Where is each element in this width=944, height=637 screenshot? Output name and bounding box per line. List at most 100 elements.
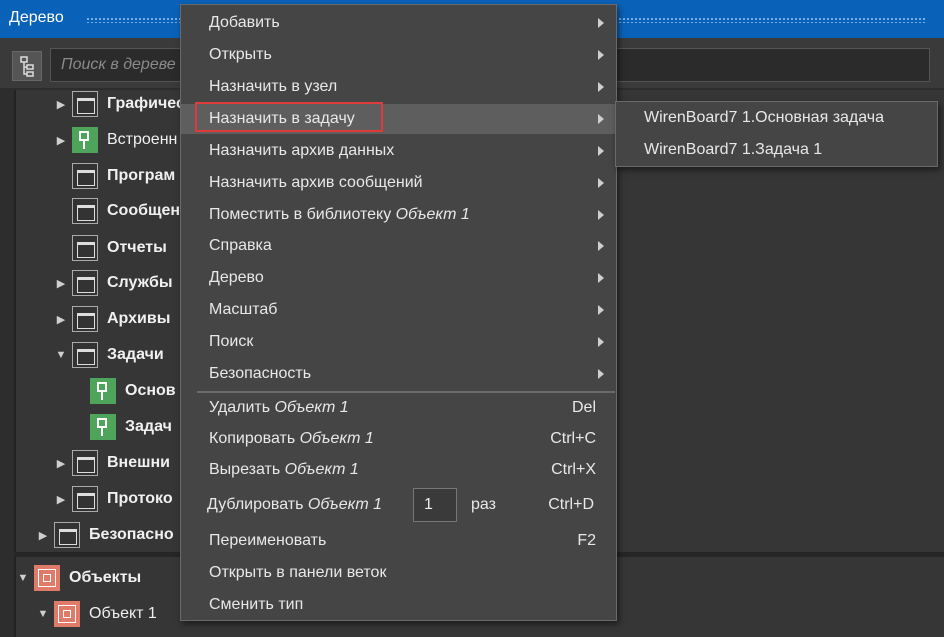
tree-row[interactable]: Сообщен bbox=[54, 195, 180, 227]
menu-item-label: Дублировать bbox=[207, 496, 304, 513]
menu-item-tree[interactable]: Дерево bbox=[181, 263, 616, 293]
menu-item-delete[interactable]: Удалить Объект 1 Del bbox=[181, 393, 616, 423]
menu-item-label: Назначить в задачу bbox=[209, 110, 355, 127]
menu-item-object: Объект 1 bbox=[307, 496, 383, 513]
menu-item-label: Справка bbox=[209, 237, 272, 254]
menu-item-scale[interactable]: Масштаб bbox=[181, 295, 616, 325]
submenu-arrow-icon bbox=[598, 337, 604, 347]
menu-item-label: Безопасность bbox=[209, 365, 312, 382]
tree-item-label: Архивы bbox=[107, 310, 171, 327]
submenu-arrow-icon bbox=[598, 241, 604, 251]
menu-item-object: Объект 1 bbox=[284, 461, 359, 478]
menu-item-object: Объект 1 bbox=[395, 206, 470, 223]
menu-item-object: Объект 1 bbox=[274, 399, 349, 416]
collapse-arrow-icon[interactable]: ▼ bbox=[54, 349, 68, 361]
task-icon bbox=[90, 414, 116, 440]
tree-item-label: Отчеты bbox=[107, 239, 167, 256]
tree-row[interactable]: Основ bbox=[72, 375, 176, 407]
tree-item-label: Сообщен bbox=[107, 202, 181, 219]
tree-row[interactable]: ▶ Архивы bbox=[54, 303, 170, 335]
menu-shortcut: Ctrl+X bbox=[551, 461, 596, 478]
menu-item-assign-message-archive[interactable]: Назначить архив сообщений bbox=[181, 168, 616, 198]
menu-item-label: Назначить архив данных bbox=[209, 142, 395, 159]
task-submenu: WirenBoard7 1.Основная задача WirenBoard… bbox=[615, 101, 938, 167]
expand-arrow-icon[interactable]: ▶ bbox=[36, 529, 50, 542]
tree-item-label: Задач bbox=[125, 418, 172, 435]
menu-item-label: Вырезать bbox=[209, 461, 281, 478]
folder-icon bbox=[72, 450, 98, 476]
expand-arrow-icon[interactable]: ▶ bbox=[54, 134, 68, 147]
menu-shortcut: F2 bbox=[577, 532, 596, 549]
expand-arrow-icon[interactable]: ▶ bbox=[54, 98, 68, 111]
menu-item-label: Открыть bbox=[209, 46, 272, 63]
tree-row[interactable]: ▼ Объекты bbox=[16, 562, 141, 594]
menu-item-duplicate[interactable]: Дублировать Объект 1 раз Ctrl+D bbox=[179, 488, 614, 522]
collapse-arrow-icon[interactable]: ▼ bbox=[16, 572, 30, 584]
expand-arrow-icon[interactable]: ▶ bbox=[54, 457, 68, 470]
collapse-arrow-icon[interactable]: ▼ bbox=[36, 608, 50, 620]
tree-row[interactable]: ▶ Внешни bbox=[54, 447, 170, 479]
tree-item-label: Внешни bbox=[107, 454, 170, 471]
menu-item-label: Добавить bbox=[209, 14, 280, 31]
duplicate-count-suffix: раз bbox=[471, 496, 496, 513]
submenu-item-task-1[interactable]: WirenBoard7 1.Задача 1 bbox=[644, 141, 822, 159]
menu-item-copy[interactable]: Копировать Объект 1 Ctrl+C bbox=[181, 424, 616, 454]
folder-icon bbox=[72, 306, 98, 332]
menu-item-assign-node[interactable]: Назначить в узел bbox=[181, 72, 616, 102]
tree-item-label: Графичес bbox=[107, 95, 185, 112]
duplicate-count-input[interactable] bbox=[413, 488, 457, 522]
menu-item-change-type[interactable]: Сменить тип bbox=[181, 590, 616, 620]
tree-structure-button[interactable] bbox=[12, 51, 42, 81]
submenu-arrow-icon bbox=[598, 146, 604, 156]
submenu-item-main-task[interactable]: WirenBoard7 1.Основная задача bbox=[644, 109, 884, 127]
tree-row[interactable]: ▶ Безопасно bbox=[36, 519, 174, 551]
menu-item-label: Поместить в библиотеку bbox=[209, 206, 392, 223]
menu-item-search[interactable]: Поиск bbox=[181, 327, 616, 357]
folder-icon bbox=[72, 270, 98, 296]
menu-item-open[interactable]: Открыть bbox=[181, 40, 616, 70]
folder-icon bbox=[72, 342, 98, 368]
tree-item-label: Объект 1 bbox=[89, 605, 157, 622]
menu-item-object: Объект 1 bbox=[299, 430, 374, 447]
menu-item-assign-task[interactable]: Назначить в задачу bbox=[181, 102, 616, 134]
tree-row[interactable]: Отчеты bbox=[54, 232, 167, 264]
menu-item-help[interactable]: Справка bbox=[181, 231, 616, 261]
menu-item-add[interactable]: Добавить bbox=[181, 8, 616, 38]
menu-item-open-in-branch-panel[interactable]: Открыть в панели веток bbox=[181, 558, 616, 588]
tree-item-label: Програм bbox=[107, 167, 176, 184]
submenu-arrow-icon bbox=[598, 18, 604, 28]
tree-row[interactable]: Задач bbox=[72, 411, 172, 443]
folder-icon bbox=[72, 198, 98, 224]
expand-arrow-icon[interactable]: ▶ bbox=[54, 277, 68, 290]
menu-item-security[interactable]: Безопасность bbox=[181, 359, 616, 389]
menu-shortcut: Del bbox=[571, 399, 596, 416]
tree-row[interactable]: ▼ Задачи bbox=[54, 339, 164, 371]
menu-item-cut[interactable]: Вырезать Объект 1 Ctrl+X bbox=[181, 455, 616, 485]
expand-arrow-icon[interactable]: ▶ bbox=[54, 313, 68, 326]
menu-item-label: Дерево bbox=[209, 269, 264, 286]
tree-row[interactable]: ▶ Графичес bbox=[54, 88, 185, 120]
menu-item-label: Переименовать bbox=[209, 532, 327, 549]
submenu-arrow-icon bbox=[598, 273, 604, 283]
tree-row[interactable]: Програм bbox=[54, 160, 175, 192]
tree-row[interactable]: ▶ Службы bbox=[54, 267, 173, 299]
tree-item-label: Объекты bbox=[69, 569, 142, 586]
menu-item-rename[interactable]: Переименовать F2 bbox=[181, 526, 616, 556]
tree-row[interactable]: ▶ Протоко bbox=[54, 483, 173, 515]
menu-item-label: Поиск bbox=[209, 333, 254, 350]
menu-item-put-in-library[interactable]: Поместить в библиотеку Объект 1 bbox=[181, 200, 616, 230]
submenu-arrow-icon bbox=[598, 114, 604, 124]
embedded-module-icon bbox=[72, 127, 98, 153]
tree-row[interactable]: ▼ Объект 1 bbox=[36, 598, 157, 630]
menu-item-label: Сменить тип bbox=[209, 596, 304, 613]
expand-arrow-icon[interactable]: ▶ bbox=[54, 493, 68, 506]
menu-item-label: Копировать bbox=[209, 430, 296, 447]
folder-icon bbox=[72, 235, 98, 261]
submenu-arrow-icon bbox=[598, 178, 604, 188]
menu-shortcut: Ctrl+D bbox=[548, 496, 594, 513]
tree-row[interactable]: ▶ Встроенн bbox=[54, 124, 177, 156]
menu-item-label: Назначить архив сообщений bbox=[209, 174, 423, 191]
folder-icon bbox=[54, 522, 80, 548]
task-icon bbox=[90, 378, 116, 404]
menu-item-assign-data-archive[interactable]: Назначить архив данных bbox=[181, 136, 616, 166]
